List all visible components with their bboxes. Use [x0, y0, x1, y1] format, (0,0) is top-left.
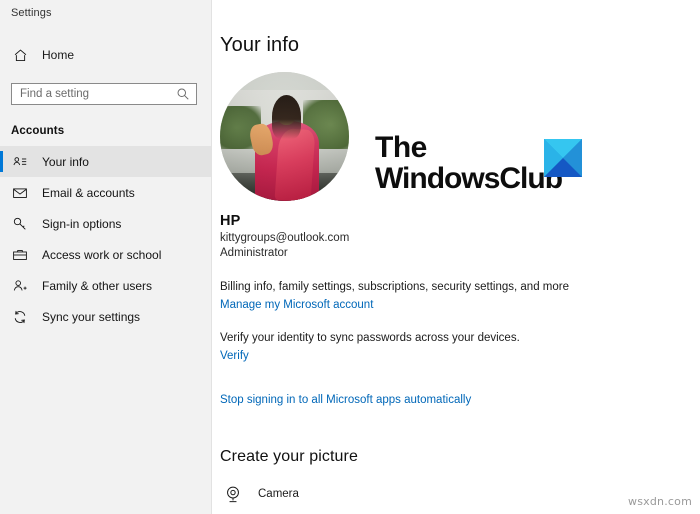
sidebar-item-sync-your-settings-label: Sync your settings — [42, 309, 141, 324]
sidebar-item-access-work-school-label: Access work or school — [42, 247, 162, 262]
home-icon — [11, 46, 29, 64]
manage-microsoft-account-link[interactable]: Manage my Microsoft account — [212, 293, 373, 311]
sidebar-item-sign-in-options-label: Sign-in options — [42, 216, 122, 231]
site-watermark: wsxdn.com — [628, 495, 692, 508]
sidebar-item-home[interactable]: Home — [0, 42, 211, 68]
sidebar-item-home-label: Home — [42, 48, 75, 62]
sync-icon — [11, 308, 29, 326]
key-icon — [11, 215, 29, 233]
avatar-vignette — [220, 72, 349, 201]
create-your-picture-title: Create your picture — [220, 448, 358, 465]
sidebar-item-email-accounts[interactable]: Email & accounts — [0, 177, 211, 208]
sidebar: Settings Home Accounts — [0, 0, 212, 514]
sidebar-item-your-info[interactable]: Your info — [0, 146, 211, 177]
envelope-icon — [11, 184, 29, 202]
picture-option-camera[interactable]: Camera — [212, 466, 700, 505]
sidebar-item-your-info-label: Your info — [42, 154, 89, 169]
sidebar-nav: Your info Email & accounts Sign-in optio… — [0, 146, 211, 332]
sidebar-item-sign-in-options[interactable]: Sign-in options — [0, 208, 211, 239]
search-box[interactable] — [11, 83, 197, 105]
account-email: kittygroups@outlook.com — [220, 232, 350, 244]
stop-signing-in-link[interactable]: Stop signing in to all Microsoft apps au… — [212, 364, 471, 406]
page-title: Your info — [220, 34, 300, 56]
account-role: Administrator — [220, 247, 288, 259]
sidebar-item-email-accounts-label: Email & accounts — [42, 185, 135, 200]
picture-option-browse[interactable]: Browse for one — [212, 505, 700, 514]
briefcase-icon — [11, 246, 29, 264]
verify-link[interactable]: Verify — [212, 344, 249, 362]
user-info-icon — [11, 153, 29, 171]
app-title: Settings — [11, 7, 52, 19]
settings-window: Settings Home Accounts — [0, 0, 700, 514]
sidebar-item-family-other-users[interactable]: Family & other users — [0, 270, 211, 301]
billing-info-text: Billing info, family settings, subscript… — [220, 281, 569, 293]
search-input[interactable] — [12, 84, 196, 104]
avatar — [220, 72, 349, 201]
sidebar-item-access-work-school[interactable]: Access work or school — [0, 239, 211, 270]
avatar-block — [212, 57, 700, 201]
verify-identity-text: Verify your identity to sync passwords a… — [220, 332, 520, 344]
account-name: HP — [220, 213, 241, 229]
content-area: Your info HP kittygroups@outlook.com Adm… — [212, 0, 700, 514]
user-add-icon — [11, 277, 29, 295]
sidebar-item-sync-your-settings[interactable]: Sync your settings — [0, 301, 211, 332]
picture-option-camera-label: Camera — [258, 488, 299, 500]
webcam-icon — [222, 483, 244, 505]
sidebar-section-title: Accounts — [11, 125, 65, 137]
sidebar-item-family-other-users-label: Family & other users — [42, 278, 153, 293]
